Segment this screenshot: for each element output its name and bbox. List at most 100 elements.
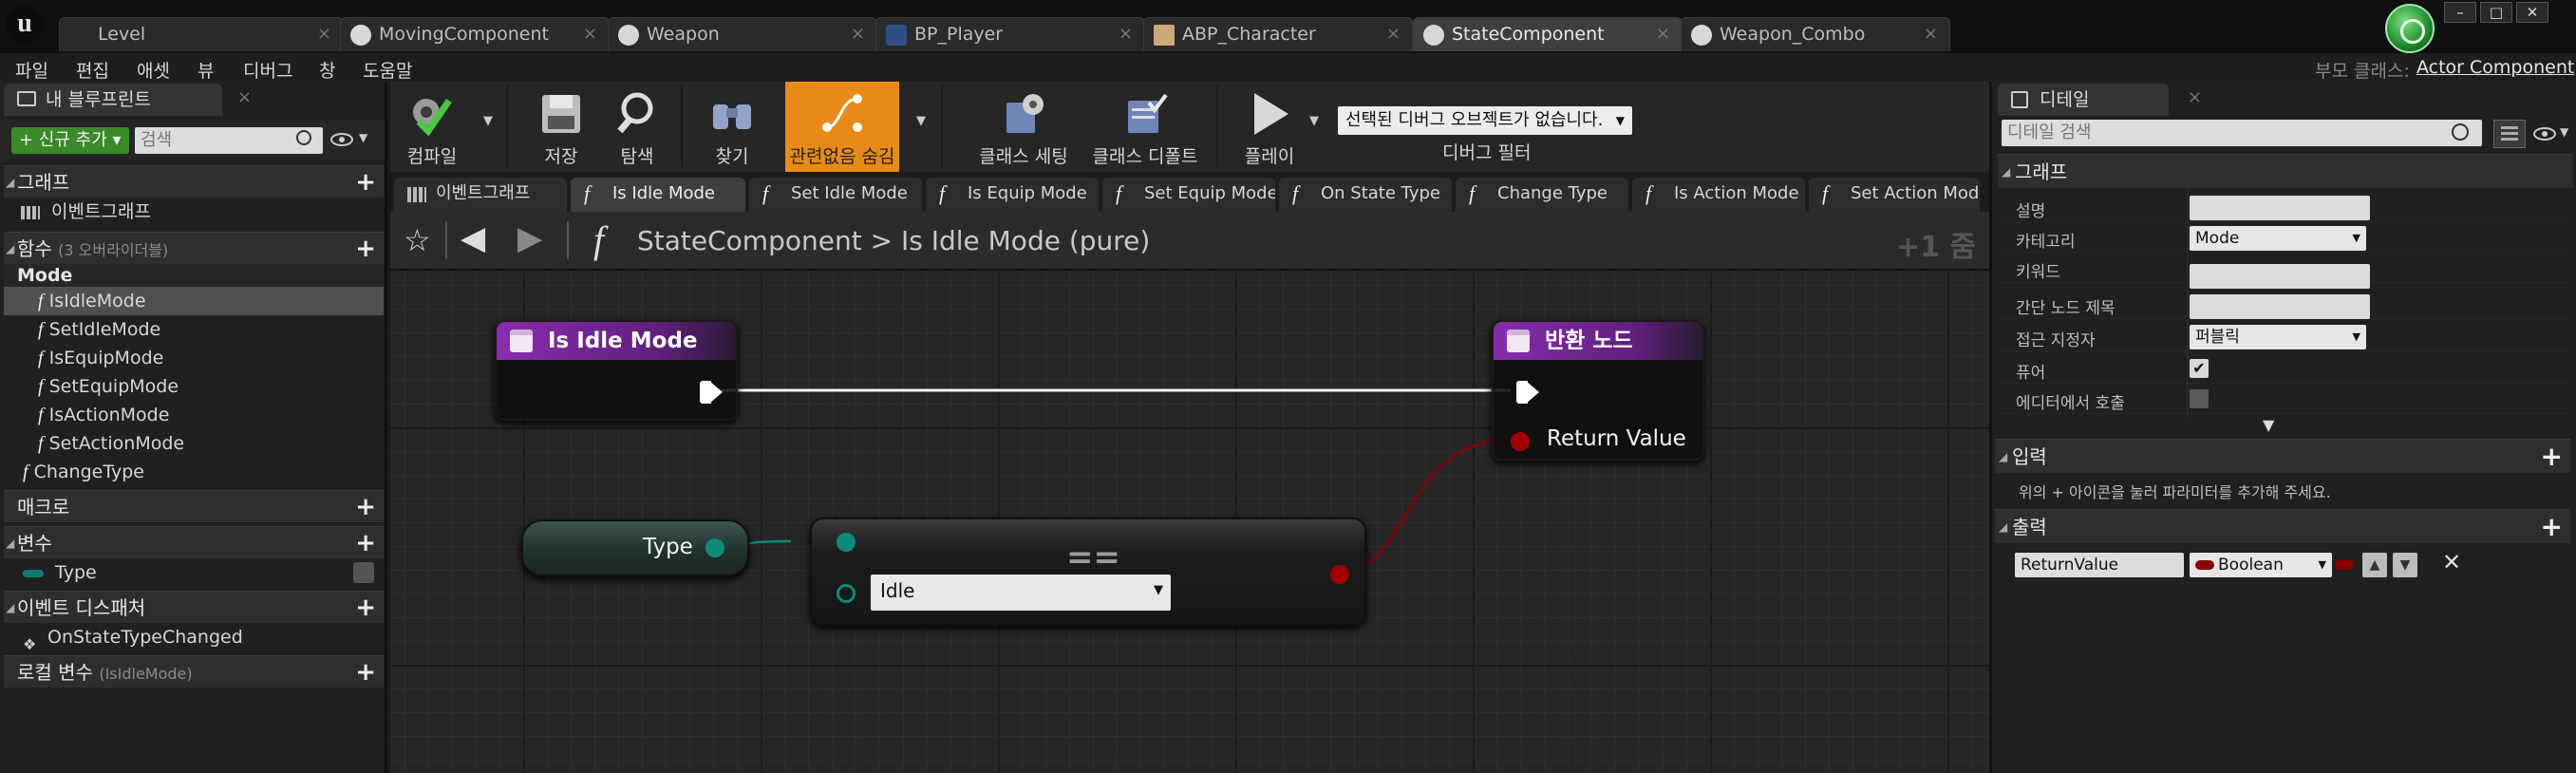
add-input-button[interactable]: + bbox=[2541, 440, 2563, 474]
exec-input-pin[interactable] bbox=[1516, 381, 1539, 404]
chevron-down-icon[interactable]: ▼ bbox=[359, 131, 367, 144]
compile-button[interactable]: 컴파일 bbox=[394, 82, 470, 172]
star-icon[interactable]: ☆ bbox=[404, 223, 431, 257]
hide-unrelated-options-chevron-icon[interactable]: ▼ bbox=[916, 114, 926, 128]
breadcrumb-owner[interactable]: StateComponent bbox=[637, 225, 862, 256]
add-graph-button[interactable]: + bbox=[355, 166, 376, 198]
return-node[interactable]: 반환 노드 Return Value bbox=[1492, 320, 1704, 461]
section-functions[interactable]: ◢ 함수 (3 오버라이더블) + bbox=[4, 232, 384, 264]
class-settings-button[interactable]: 클래스 세팅 bbox=[971, 82, 1076, 172]
enum-input-pin-a[interactable] bbox=[837, 533, 856, 552]
output-param-type-select[interactable]: Boolean ▼ bbox=[2190, 553, 2332, 577]
visibility-eye-icon[interactable] bbox=[353, 562, 374, 583]
tab-bp-player[interactable]: BP_Player × bbox=[875, 17, 1145, 51]
menu-view[interactable]: 뷰 bbox=[197, 57, 214, 83]
close-window-button[interactable]: ✕ bbox=[2516, 2, 2548, 23]
function-item-isequipmode[interactable]: f IsEquipMode bbox=[4, 344, 384, 372]
graph-tab-is-equip-mode[interactable]: f Is Equip Mode bbox=[926, 178, 1099, 212]
debug-object-select[interactable]: 선택된 디버그 오브젝트가 없습니다. ▼ bbox=[1338, 106, 1632, 135]
find-button[interactable]: 찾기 bbox=[694, 82, 770, 172]
details-section-graph[interactable]: ◢ 그래프 bbox=[1998, 154, 2573, 188]
back-arrow-icon[interactable]: ◀ bbox=[461, 221, 485, 255]
forward-arrow-icon[interactable]: ▶ bbox=[517, 221, 542, 255]
menu-window[interactable]: 창 bbox=[319, 57, 335, 83]
graph-tab-set-equip-mode[interactable]: f Set Equip Mode bbox=[1102, 178, 1275, 212]
section-event-dispatchers[interactable]: ◢ 이벤트 디스패처 + bbox=[4, 591, 384, 623]
search-input[interactable]: 검색 bbox=[135, 127, 323, 154]
close-icon[interactable]: × bbox=[1656, 18, 1670, 50]
enum-value-select[interactable]: Idle ▼ bbox=[871, 575, 1171, 611]
eye-icon[interactable] bbox=[2533, 127, 2556, 141]
class-defaults-button[interactable]: 클래스 디폴트 bbox=[1083, 82, 1207, 172]
section-variables[interactable]: ◢ 변수 + bbox=[4, 526, 384, 558]
property-matrix-icon[interactable] bbox=[2493, 120, 2526, 148]
collapse-icon[interactable]: ◢ bbox=[6, 166, 14, 198]
exec-output-pin[interactable] bbox=[700, 381, 723, 404]
pure-checkbox[interactable]: ✔ bbox=[2190, 359, 2209, 378]
my-blueprint-tab[interactable]: 내 블루프린트 bbox=[4, 84, 222, 116]
details-section-inputs[interactable]: ◢ 입력 + bbox=[1995, 439, 2570, 473]
category-select[interactable]: Mode ▼ bbox=[2190, 226, 2366, 251]
graph-tab-event-graph[interactable]: 이벤트그래프 bbox=[394, 178, 567, 212]
close-icon[interactable]: × bbox=[2188, 87, 2202, 107]
close-icon[interactable]: × bbox=[1924, 18, 1938, 50]
collapse-icon[interactable]: ◢ bbox=[6, 592, 14, 624]
function-item-setequipmode[interactable]: f SetEquipMode bbox=[4, 372, 384, 401]
function-item-setidlemode[interactable]: f SetIdleMode bbox=[4, 315, 384, 344]
play-options-chevron-icon[interactable]: ▼ bbox=[1309, 114, 1319, 128]
eye-icon[interactable] bbox=[330, 133, 353, 146]
category-mode[interactable]: Mode bbox=[4, 264, 384, 287]
variable-get-node-type[interactable]: Type bbox=[521, 519, 749, 576]
menu-debug[interactable]: 디버그 bbox=[243, 57, 292, 83]
add-dispatcher-button[interactable]: + bbox=[355, 592, 376, 624]
hide-unrelated-button[interactable]: 관련없음 숨김 bbox=[785, 82, 899, 172]
details-search-input[interactable]: 디테일 검색 bbox=[2002, 120, 2482, 146]
save-button[interactable]: 저장 bbox=[523, 82, 599, 172]
section-macros[interactable]: 매크로 + bbox=[4, 490, 384, 522]
close-icon[interactable]: × bbox=[237, 87, 252, 107]
add-variable-button[interactable]: + bbox=[355, 527, 376, 559]
graph-tab-is-idle-mode[interactable]: f Is Idle Mode bbox=[571, 178, 745, 212]
tab-statecomponent[interactable]: StateComponent × bbox=[1413, 17, 1683, 51]
browse-button[interactable]: 탐색 bbox=[599, 82, 675, 172]
event-graph-item[interactable]: 이벤트그래프 bbox=[4, 198, 384, 226]
function-item-setactionmode[interactable]: f SetActionMode bbox=[4, 429, 384, 458]
function-item-isactionmode[interactable]: f IsActionMode bbox=[4, 401, 384, 429]
menu-asset[interactable]: 애셋 bbox=[137, 57, 170, 83]
graph-tab-set-action-mode[interactable]: f Set Action Mode bbox=[1809, 178, 1980, 212]
bool-output-pin[interactable] bbox=[1330, 565, 1349, 584]
maximize-button[interactable]: □ bbox=[2480, 2, 2512, 23]
close-icon[interactable]: × bbox=[1119, 18, 1133, 50]
collapse-icon[interactable]: ◢ bbox=[6, 527, 14, 559]
container-type-icon[interactable] bbox=[2336, 560, 2353, 570]
add-new-button[interactable]: + 신규 추가 ▾ bbox=[11, 127, 129, 154]
compile-options-chevron-icon[interactable]: ▼ bbox=[483, 114, 493, 128]
graph-tab-is-action-mode[interactable]: f Is Action Mode bbox=[1632, 178, 1805, 212]
description-field[interactable] bbox=[2190, 196, 2370, 220]
collapse-icon[interactable]: ◢ bbox=[1999, 510, 2007, 544]
output-param-name-field[interactable]: ReturnValue bbox=[2015, 553, 2184, 577]
tab-abp-character[interactable]: ABP_Character × bbox=[1143, 17, 1413, 51]
function-entry-node[interactable]: Is Idle Mode bbox=[495, 320, 738, 421]
source-control-status-icon[interactable] bbox=[2385, 4, 2435, 53]
function-item-isidlemode[interactable]: f IsIdleMode bbox=[4, 287, 384, 315]
remove-param-icon[interactable]: ✕ bbox=[2442, 549, 2461, 575]
add-local-variable-button[interactable]: + bbox=[355, 656, 376, 688]
close-icon[interactable]: × bbox=[1386, 18, 1401, 50]
graph-tab-on-state-type[interactable]: f On State Type bbox=[1279, 178, 1452, 212]
add-function-button[interactable]: + bbox=[355, 233, 376, 265]
play-button[interactable]: 플레이 bbox=[1226, 82, 1313, 172]
bool-input-pin[interactable] bbox=[1511, 432, 1530, 451]
section-graphs[interactable]: ◢ 그래프 + bbox=[4, 165, 384, 198]
section-local-variables[interactable]: 로컬 변수 (IsIdleMode) + bbox=[4, 655, 384, 688]
variable-item-type[interactable]: Type bbox=[4, 558, 384, 587]
menu-file[interactable]: 파일 bbox=[15, 57, 48, 83]
tab-level[interactable]: Level × bbox=[59, 17, 344, 51]
parent-class-link[interactable]: Actor Component bbox=[2416, 57, 2574, 78]
equal-enum-node[interactable]: == Idle ▼ bbox=[810, 518, 1366, 626]
graph-tab-change-type[interactable]: f Change Type bbox=[1456, 178, 1628, 212]
minimize-button[interactable]: – bbox=[2444, 2, 2476, 23]
chevron-down-icon[interactable]: ▼ bbox=[2560, 125, 2568, 139]
details-tab[interactable]: 디테일 bbox=[1998, 84, 2169, 116]
enum-output-pin[interactable] bbox=[705, 538, 724, 557]
